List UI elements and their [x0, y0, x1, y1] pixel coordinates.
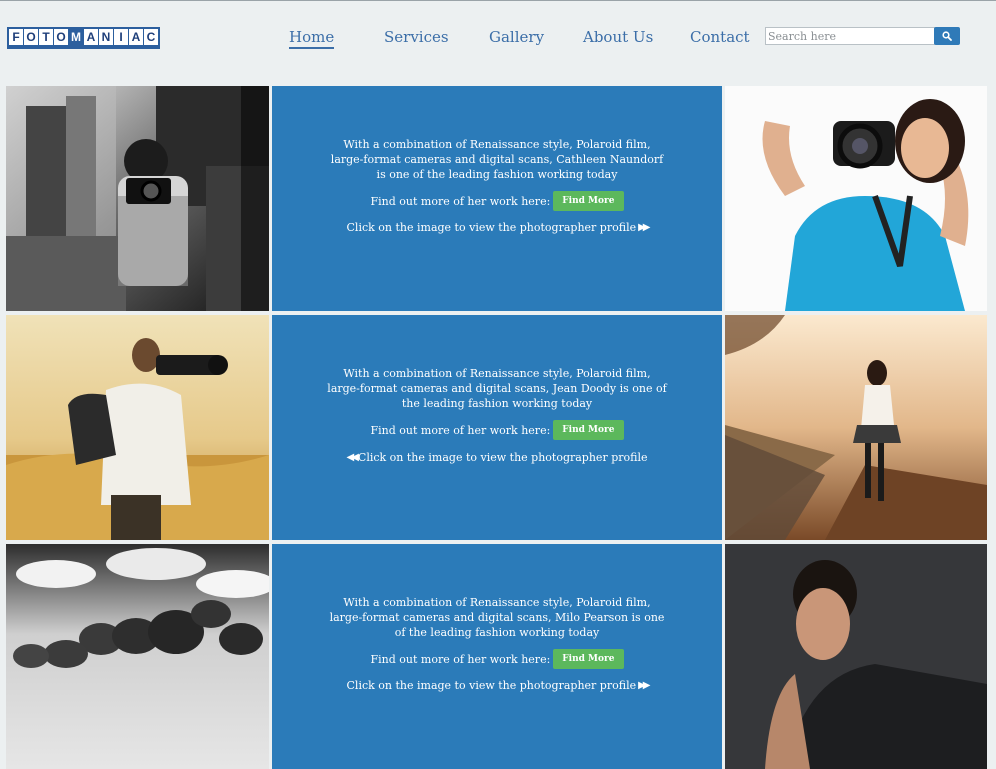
photo-woman-path[interactable] [725, 315, 987, 540]
photo-field-photographer[interactable] [6, 315, 269, 540]
logo-letter: F [9, 29, 23, 45]
double-arrow-left-icon: ◀◀ [346, 452, 360, 463]
profile-card: With a combination of Renaissance style,… [272, 86, 722, 311]
nav-home[interactable]: Home [289, 28, 335, 49]
find-more-line: Find out more of her work here: Find Mor… [327, 191, 667, 211]
profile-text-block: With a combination of Renaissance style,… [327, 137, 667, 244]
search-icon [942, 31, 952, 41]
photo-woman-camera[interactable] [725, 86, 987, 311]
find-more-button[interactable]: Find More [553, 420, 624, 440]
double-arrow-right-icon: ▶▶ [638, 680, 651, 691]
logo-letter: T [39, 29, 53, 45]
search-input[interactable] [765, 27, 935, 45]
nav-services[interactable]: Services [384, 28, 449, 46]
photo-street-photographer[interactable] [6, 86, 269, 311]
photo-man-portrait[interactable] [725, 544, 987, 769]
profile-hint: Click on the image to view the photograp… [327, 678, 667, 693]
nav-about-us[interactable]: About Us [583, 28, 653, 46]
woman-with-camera-image [725, 86, 987, 311]
photo-elephants[interactable] [6, 544, 269, 769]
profile-text-block: With a combination of Renaissance style,… [327, 366, 667, 474]
find-more-button[interactable]: Find More [553, 191, 624, 211]
logo-letter: A [129, 29, 143, 45]
logo-letter: O [54, 29, 68, 45]
logo-letter: O [24, 29, 38, 45]
find-more-label: Find out more of her work here: [370, 652, 551, 666]
search-button[interactable] [934, 27, 960, 45]
profile-hint-text: Click on the image to view the photograp… [346, 221, 637, 234]
double-arrow-right-icon: ▶▶ [638, 222, 651, 233]
logo-letter: C [144, 29, 158, 45]
street-photographer-image [6, 86, 269, 311]
site-logo[interactable]: F O T O M A N I A C [7, 27, 160, 49]
find-more-label: Find out more of her work here: [370, 423, 551, 437]
logo-letter: I [114, 29, 128, 45]
find-more-line: Find out more of her work here: Find Mor… [327, 649, 667, 669]
logo-letter: M [69, 29, 83, 45]
profile-hint: ◀◀ Click on the image to view the photog… [327, 449, 667, 465]
logo-letter: N [99, 29, 113, 45]
profile-row: With a combination of Renaissance style,… [0, 315, 996, 540]
find-more-button[interactable]: Find More [553, 649, 624, 669]
top-border [0, 0, 996, 1]
profile-card: With a combination of Renaissance style,… [272, 544, 722, 769]
profile-hint: Click on the image to view the photograp… [327, 220, 667, 235]
profile-description: With a combination of Renaissance style,… [329, 596, 665, 639]
logo-letter: A [84, 29, 98, 45]
profile-hint-text: Click on the image to view the photograp… [346, 679, 637, 692]
elephants-image [6, 544, 269, 769]
field-photographer-image [6, 315, 269, 540]
find-more-label: Find out more of her work here: [370, 194, 551, 208]
profile-row: With a combination of Renaissance style,… [0, 544, 996, 769]
profile-description: With a combination of Renaissance style,… [327, 367, 667, 410]
profile-card: With a combination of Renaissance style,… [272, 315, 722, 540]
profile-hint-text: Click on the image to view the photograp… [357, 451, 648, 464]
profile-row: With a combination of Renaissance style,… [0, 86, 996, 311]
profile-text-block: With a combination of Renaissance style,… [327, 595, 667, 702]
nav-contact[interactable]: Contact [690, 28, 750, 46]
man-portrait-image [725, 544, 987, 769]
woman-on-path-image [725, 315, 987, 540]
profile-description: With a combination of Renaissance style,… [330, 138, 664, 181]
find-more-line: Find out more of her work here: Find Mor… [327, 420, 667, 440]
nav-gallery[interactable]: Gallery [489, 28, 544, 46]
